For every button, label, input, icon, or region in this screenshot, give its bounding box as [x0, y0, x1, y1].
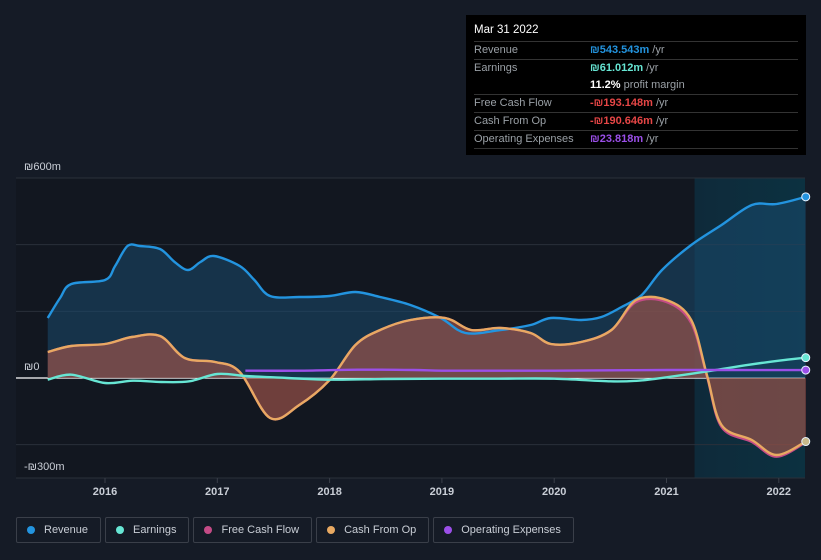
- tooltip-row-value: ₪543.543m: [590, 44, 650, 56]
- legend-dot-icon: [444, 526, 453, 534]
- tooltip-row-label: Earnings: [474, 62, 518, 74]
- tooltip-row-value: ₪23.818m: [590, 133, 644, 145]
- x-tick-label: 2018: [317, 486, 341, 498]
- legend: Revenue Earnings Free Cash Flow Cash From O…: [16, 517, 574, 543]
- earnings-endpoint[interactable]: [801, 353, 811, 363]
- tooltip-row: Operating Expenses ₪23.818m/yr: [474, 131, 798, 149]
- legend-label: Cash From Op: [344, 524, 417, 536]
- operating-expenses-line: [245, 368, 806, 372]
- cash-from-op-endpoint[interactable]: [801, 437, 811, 447]
- tooltip-row-label: Cash From Op: [474, 115, 547, 127]
- x-tick-label: 2021: [654, 486, 678, 498]
- legend-dot-icon: [327, 526, 336, 534]
- tooltip-row: 11.2% profit margin: [474, 77, 798, 95]
- y-tick-label: -₪300m: [24, 461, 65, 473]
- tooltip-row-unit: profit margin: [623, 79, 685, 91]
- y-tick-label: ₪0: [24, 361, 39, 373]
- operating-expenses-endpoint[interactable]: [801, 365, 811, 375]
- x-tick-label: 2020: [542, 486, 566, 498]
- y-tick-label: ₪600m: [24, 161, 61, 173]
- x-tick-label: 2016: [93, 486, 117, 498]
- legend-dot-icon: [27, 526, 35, 534]
- legend-label: Operating Expenses: [461, 524, 561, 536]
- tooltip-row-unit: /yr: [646, 133, 659, 145]
- tooltip-row: Earnings ₪61.012m/yr: [474, 60, 798, 77]
- tooltip-row-unit: /yr: [652, 44, 665, 56]
- tooltip-row-value: ₪61.012m: [590, 62, 644, 74]
- legend-label: Free Cash Flow: [221, 524, 300, 536]
- tooltip-row-label: Free Cash Flow: [474, 97, 552, 109]
- tooltip-row-value: -₪190.646m: [590, 115, 653, 127]
- legend-label: Earnings: [133, 524, 177, 536]
- legend-item-earnings[interactable]: Earnings: [105, 517, 190, 543]
- legend-item-operating-expenses[interactable]: Operating Expenses: [433, 517, 574, 543]
- tooltip-row-value: 11.2%: [590, 79, 621, 91]
- tooltip-row-label: [474, 77, 590, 94]
- tooltip-row-unit: /yr: [655, 97, 669, 109]
- legend-dot-icon: [116, 526, 125, 534]
- legend-item-cash-from-op[interactable]: Cash From Op: [316, 517, 430, 543]
- tooltip-row: Cash From Op -₪190.646m/yr: [474, 113, 798, 131]
- legend-item-revenue[interactable]: Revenue: [16, 517, 102, 543]
- tooltip-panel: Mar 31 2022 Revenue ₪543.543m/yr Earnings ₪…: [466, 15, 806, 155]
- tooltip-row-label: Revenue: [474, 44, 519, 56]
- legend-dot-icon: [204, 526, 213, 534]
- x-tick-label: 2019: [430, 486, 454, 498]
- x-tick-label: 2017: [205, 486, 229, 498]
- tooltip-row: Free Cash Flow -₪193.148m/yr: [474, 95, 798, 113]
- tooltip-row-unit: /yr: [646, 62, 659, 74]
- tooltip-row-unit: /yr: [655, 115, 669, 127]
- legend-label: Revenue: [44, 524, 89, 536]
- legend-item-free-cash-flow[interactable]: Free Cash Flow: [193, 517, 313, 543]
- tooltip-row: Revenue ₪543.543m/yr: [474, 42, 798, 60]
- tooltip-date: Mar 31 2022: [474, 21, 798, 42]
- revenue-endpoint[interactable]: [801, 192, 811, 202]
- tooltip-row-value: -₪193.148m: [590, 97, 653, 109]
- tooltip-row-label: Operating Expenses: [474, 133, 574, 145]
- x-tick-label: 2022: [767, 486, 791, 498]
